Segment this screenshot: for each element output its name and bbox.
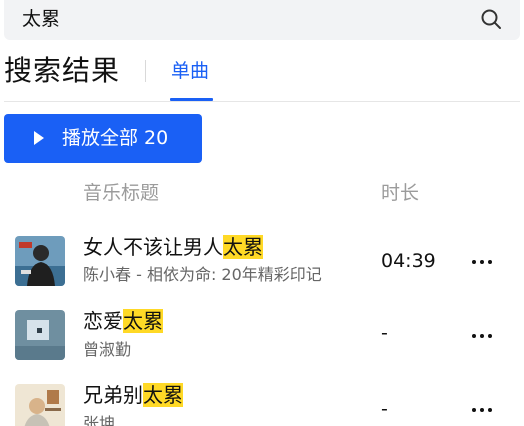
- keyword-highlight: 太累: [123, 309, 163, 333]
- song-title: 恋爱太累: [83, 308, 163, 334]
- song-artist: 曾淑勤: [83, 340, 132, 359]
- song-artist-album: 陈小春 - 相依为命: 20年精彩印记: [83, 265, 322, 284]
- song-title-text: 女人不该让男人: [83, 235, 223, 259]
- song-title: 兄弟别太累: [83, 382, 183, 408]
- song-row[interactable]: 恋爱太累 曾淑勤 -: [0, 298, 524, 368]
- header-divider-line: [4, 101, 520, 102]
- more-icon[interactable]: [470, 256, 494, 266]
- play-icon: [34, 131, 44, 145]
- album-cover: [15, 310, 65, 360]
- more-icon[interactable]: [470, 404, 494, 414]
- column-header-title: 音乐标题: [83, 182, 160, 204]
- song-duration: 04:39: [381, 250, 436, 272]
- header-divider: [145, 60, 146, 82]
- song-artist: 张坤: [83, 414, 116, 426]
- album-cover: [15, 236, 65, 286]
- album-cover: [15, 384, 65, 426]
- search-input[interactable]: 太累: [22, 0, 60, 38]
- keyword-highlight: 太累: [223, 235, 263, 259]
- song-title-text: 恋爱: [83, 309, 123, 333]
- song-duration: -: [381, 398, 388, 420]
- more-icon[interactable]: [470, 330, 494, 340]
- song-row[interactable]: 女人不该让男人太累 陈小春 - 相依为命: 20年精彩印记 04:39: [0, 226, 524, 296]
- column-header-duration: 时长: [381, 182, 420, 204]
- song-title: 女人不该让男人太累: [83, 234, 263, 260]
- song-duration: -: [381, 322, 388, 344]
- song-row[interactable]: 兄弟别太累 张坤 -: [0, 372, 524, 426]
- play-all-label: 播放全部 20: [62, 127, 169, 149]
- tab-singles[interactable]: 单曲: [171, 56, 209, 86]
- keyword-highlight: 太累: [143, 383, 183, 407]
- search-bar[interactable]: 太累: [4, 0, 520, 40]
- search-icon[interactable]: [480, 8, 502, 30]
- search-results-page: 太累 搜索结果 单曲 播放全部 20 音乐标题 时长 女人不该让男人太累 陈小春…: [0, 0, 524, 426]
- song-title-text: 兄弟别: [83, 383, 143, 407]
- play-all-button[interactable]: 播放全部 20: [4, 114, 202, 163]
- page-title: 搜索结果: [4, 54, 121, 87]
